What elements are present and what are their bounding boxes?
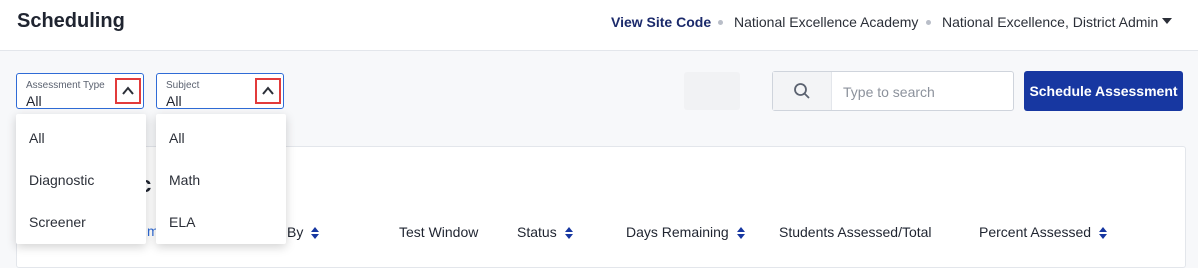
subject-toggle[interactable] [255, 78, 281, 104]
dropdown-option-all[interactable]: All [169, 130, 185, 146]
caret-down-icon[interactable] [1162, 18, 1172, 24]
subject-label: Subject [166, 80, 200, 91]
view-site-code-link[interactable]: View Site Code [611, 14, 711, 30]
assessment-type-select[interactable]: Assessment Type All [16, 73, 144, 109]
separator-dot [718, 20, 723, 25]
separator-dot [926, 20, 931, 25]
user-menu[interactable]: National Excellence, District Admin [942, 14, 1158, 30]
column-header-students-assessed: Students Assessed/Total [779, 224, 932, 240]
dropdown-option-diagnostic[interactable]: Diagnostic [29, 172, 94, 188]
assessment-type-label: Assessment Type [26, 80, 105, 91]
chevron-up-icon [122, 86, 134, 95]
dropdown-option-screener[interactable]: Screener [29, 214, 86, 230]
top-bar: Scheduling View Site Code National Excel… [0, 0, 1198, 51]
page-title: Scheduling [17, 10, 125, 32]
dropdown-option-math[interactable]: Math [169, 172, 200, 188]
column-header-by[interactable]: By [287, 224, 320, 240]
column-header-test-window: Test Window [399, 224, 479, 240]
subject-dropdown: All Math ELA [156, 114, 286, 244]
chevron-up-icon [262, 86, 274, 95]
school-name: National Excellence Academy [734, 14, 919, 30]
column-header-status[interactable]: Status [517, 224, 573, 240]
subject-select[interactable]: Subject All [156, 73, 284, 109]
search-box[interactable] [772, 71, 1014, 111]
subject-value: All [166, 93, 182, 109]
dropdown-option-ela[interactable]: ELA [169, 214, 195, 230]
assessment-type-dropdown: All Diagnostic Screener [16, 114, 146, 244]
secondary-button[interactable] [684, 72, 740, 110]
search-input[interactable] [841, 81, 1005, 103]
schedule-assessment-button[interactable]: Schedule Assessment [1024, 71, 1183, 111]
sort-icon[interactable] [564, 227, 573, 240]
assessment-type-value: All [26, 93, 42, 109]
sort-icon[interactable] [736, 227, 745, 240]
sort-icon[interactable] [1098, 227, 1107, 240]
sort-icon[interactable] [311, 227, 320, 240]
assessment-type-toggle[interactable] [115, 78, 141, 104]
search-icon [794, 83, 810, 99]
column-header-percent-assessed[interactable]: Percent Assessed [979, 224, 1107, 240]
dropdown-option-all[interactable]: All [29, 130, 45, 146]
search-icon-wrap [773, 72, 832, 110]
column-header-days-remaining[interactable]: Days Remaining [626, 224, 745, 240]
